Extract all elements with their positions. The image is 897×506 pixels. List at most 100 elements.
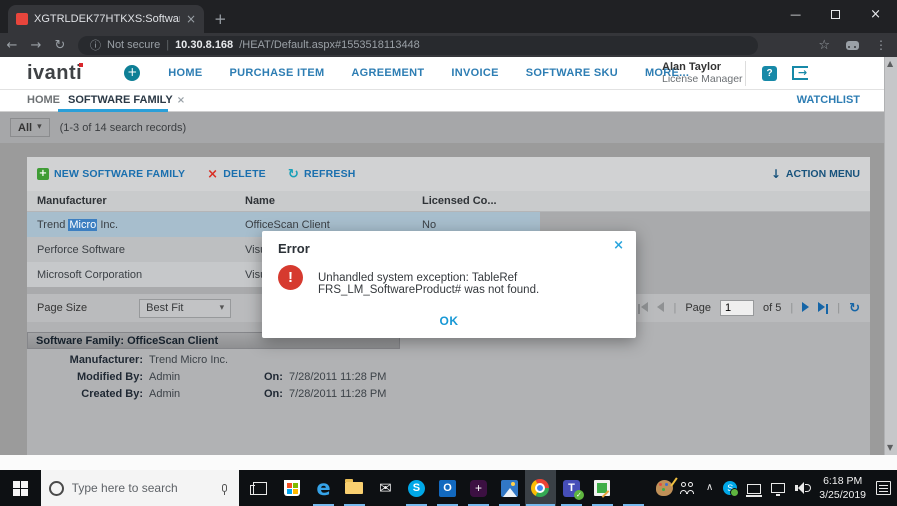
- tab-software-family[interactable]: SOFTWARE FAMILY×: [68, 94, 185, 106]
- display-icon[interactable]: [771, 483, 785, 493]
- user-role: License Manager: [662, 73, 743, 85]
- reload-icon[interactable]: ↻: [48, 39, 72, 52]
- tab-close-icon[interactable]: ×: [186, 13, 196, 25]
- edge-icon[interactable]: e: [308, 470, 339, 506]
- file-explorer-icon[interactable]: [339, 470, 370, 506]
- nav-agreement[interactable]: AGREEMENT: [351, 67, 424, 79]
- created-by-label: Created By:: [27, 388, 143, 400]
- extension-icon[interactable]: [846, 41, 859, 50]
- next-page-icon[interactable]: [802, 302, 809, 315]
- taskbar-search[interactable]: Type here to search: [41, 470, 240, 506]
- modified-on-label: On:: [264, 371, 283, 383]
- security-label: Not secure: [107, 39, 160, 51]
- page-navigation: ↶ | Page of 5 | | ↻: [617, 300, 860, 316]
- manufacturer-label: Manufacturer:: [27, 354, 143, 366]
- column-name[interactable]: Name: [245, 195, 422, 207]
- filter-bar: All ▾ (1-3 of 14 search records): [0, 112, 897, 143]
- weather-icon[interactable]: [494, 470, 525, 506]
- grid-toolbar: + NEW SOFTWARE FAMILY × DELETE ↻ REFRESH…: [27, 157, 870, 191]
- nav-home[interactable]: HOME: [168, 67, 202, 79]
- check-badge-icon: ✓: [574, 490, 584, 500]
- browser-tab[interactable]: XGTRLDEK77HTKXS:Software Fam ×: [8, 5, 204, 33]
- mail-icon[interactable]: ✉: [370, 470, 401, 506]
- back-icon[interactable]: ←: [0, 39, 24, 52]
- dialog-title: Error: [278, 241, 310, 256]
- tray-chevron-icon[interactable]: ∧: [706, 483, 713, 493]
- nav-invoice[interactable]: INVOICE: [451, 67, 498, 79]
- page-scrollbar[interactable]: ▲ ▼: [884, 57, 897, 455]
- page-number-input[interactable]: [720, 300, 754, 316]
- restore-button[interactable]: [831, 10, 840, 19]
- cell-name: OfficeScan Client: [245, 219, 422, 231]
- url-path: /HEAT/Default.aspx#1553518113448: [239, 39, 420, 51]
- people-icon[interactable]: [680, 482, 696, 494]
- tab-software-family-close-icon[interactable]: ×: [177, 95, 185, 106]
- delete-button[interactable]: × DELETE: [207, 168, 266, 181]
- header-divider: [745, 61, 746, 86]
- divider: |: [790, 302, 793, 314]
- paint-icon[interactable]: [649, 470, 680, 506]
- ok-button[interactable]: OK: [262, 314, 636, 328]
- image-editor-icon[interactable]: [587, 470, 618, 506]
- outlook-icon[interactable]: O: [432, 470, 463, 506]
- bookmark-star-icon[interactable]: ☆: [818, 39, 830, 52]
- modified-on-value: 7/28/2011 11:28 PM: [289, 371, 386, 383]
- store-icon[interactable]: [277, 470, 308, 506]
- slack-icon[interactable]: +: [463, 470, 494, 506]
- skype-icon[interactable]: S: [401, 470, 432, 506]
- network-icon[interactable]: [747, 484, 761, 494]
- action-center-icon[interactable]: [876, 481, 891, 495]
- teams-icon[interactable]: T✓: [556, 470, 587, 506]
- info-icon[interactable]: ⓘ: [90, 40, 101, 51]
- skype-tray-icon[interactable]: S: [723, 481, 737, 495]
- action-menu-button[interactable]: ↓ ACTION MENU: [771, 168, 860, 180]
- pinned-apps: e ✉ S O + T✓: [277, 470, 680, 506]
- ivanti-logo: ivanti: [27, 62, 82, 85]
- tab-home[interactable]: HOME: [27, 94, 60, 106]
- microphone-icon[interactable]: [222, 484, 227, 492]
- grid-refresh-icon[interactable]: ↻: [849, 302, 860, 315]
- last-page-icon[interactable]: [818, 302, 828, 315]
- taskbar-clock[interactable]: 6:18 PM 3/25/2019: [819, 474, 866, 502]
- scope-dropdown[interactable]: All ▾: [10, 118, 50, 137]
- search-placeholder: Type here to search: [72, 481, 215, 495]
- app-header: ivanti + HOME PURCHASE ITEM AGREEMENT IN…: [0, 57, 897, 90]
- cell-manufacturer: Microsoft Corporation: [27, 269, 245, 281]
- nav-software-sku[interactable]: SOFTWARE SKU: [526, 67, 618, 79]
- chevron-down-icon: ▾: [220, 304, 225, 313]
- column-manufacturer[interactable]: Manufacturer: [27, 195, 245, 207]
- logout-icon[interactable]: →: [792, 66, 808, 80]
- quick-add-button[interactable]: +: [124, 65, 140, 81]
- first-page-icon[interactable]: [638, 302, 648, 315]
- chrome-icon[interactable]: [525, 470, 556, 506]
- minimize-button[interactable]: —: [790, 9, 801, 20]
- task-view-icon[interactable]: [253, 482, 267, 495]
- start-button[interactable]: [0, 470, 41, 506]
- column-licensed[interactable]: Licensed Co...: [422, 195, 870, 207]
- created-on-value: 7/28/2011 11:28 PM: [289, 388, 386, 400]
- forward-icon[interactable]: →: [24, 39, 48, 52]
- find-highlight: Micro: [68, 219, 97, 231]
- cell-manufacturer: Trend Micro Inc.: [27, 219, 245, 231]
- speaker-icon[interactable]: [795, 482, 809, 494]
- new-tab-button[interactable]: +: [214, 12, 227, 27]
- page-size-dropdown[interactable]: Best Fit ▾: [139, 299, 231, 318]
- system-tray: ∧ S 6:18 PM 3/25/2019: [680, 474, 897, 502]
- close-window-button[interactable]: ×: [870, 8, 881, 21]
- help-icon[interactable]: ?: [762, 66, 777, 81]
- user-menu[interactable]: Alan Taylor License Manager: [630, 61, 743, 85]
- dialog-close-icon[interactable]: ×: [613, 239, 624, 252]
- scroll-down-icon[interactable]: ▼: [887, 444, 893, 452]
- watchlist-link[interactable]: WATCHLIST: [797, 94, 860, 106]
- address-bar[interactable]: ⓘ Not secure | 10.30.8.168 /HEAT/Default…: [78, 36, 758, 55]
- browser-menu-icon[interactable]: ⋮: [875, 39, 887, 51]
- app-box-icon[interactable]: [618, 470, 649, 506]
- refresh-button[interactable]: ↻ REFRESH: [288, 168, 356, 181]
- scroll-up-icon[interactable]: ▲: [887, 60, 893, 68]
- workspace-tabrow: HOME SOFTWARE FAMILY× WATCHLIST: [0, 90, 897, 112]
- prev-page-icon[interactable]: [657, 302, 664, 315]
- new-software-family-button[interactable]: + NEW SOFTWARE FAMILY: [37, 168, 185, 180]
- created-on-label: On:: [264, 388, 283, 400]
- refresh-icon: ↻: [288, 168, 299, 181]
- nav-purchase-item[interactable]: PURCHASE ITEM: [229, 67, 324, 79]
